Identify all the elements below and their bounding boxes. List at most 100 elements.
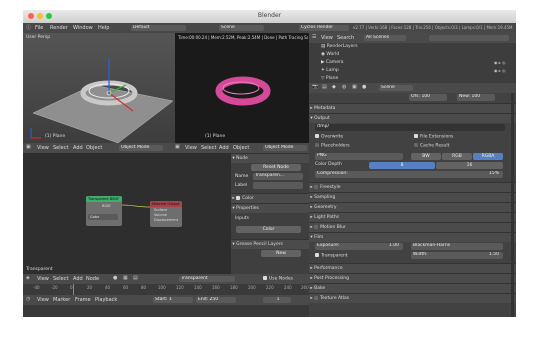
frame-end-field[interactable]: End: 250 <box>196 297 236 303</box>
texture-nodes-icon[interactable]: ▤ <box>133 275 138 281</box>
menu-window[interactable]: Window <box>73 25 93 31</box>
texture-atlas-checkbox[interactable] <box>314 295 319 300</box>
placeholders-check[interactable] <box>315 143 319 147</box>
view3d-right-mode-select[interactable]: Object Mode <box>263 145 307 151</box>
light-paths-section-header[interactable]: ▸ Light Paths <box>309 212 516 222</box>
view3d-menu-select[interactable]: Select <box>53 145 68 151</box>
scene-select[interactable]: Scene <box>219 25 264 31</box>
view3d-right-menu-select[interactable]: Select <box>201 145 216 151</box>
grease-pencil-header[interactable]: ▾ Grease Pencil Layers <box>231 239 309 249</box>
view3d-right-menu-object[interactable]: Object <box>233 145 249 151</box>
timeline-menu-marker[interactable]: Marker <box>53 297 70 303</box>
menu-file[interactable]: File <box>35 25 43 31</box>
editor-type-icon[interactable]: ▣ <box>26 144 31 150</box>
outliner-search-input[interactable] <box>429 35 509 41</box>
post-processing-section-header[interactable]: ▸ Post Processing <box>309 273 516 283</box>
outliner-menu-search[interactable]: Search <box>337 35 354 41</box>
timeline-ruler[interactable]: -40 -20 0 20 40 60 80 100 120 140 160 18… <box>23 284 309 295</box>
compositing-nodes-icon[interactable]: ▦ <box>123 275 128 281</box>
menu-help[interactable]: Help <box>98 25 109 31</box>
node-menu-add[interactable]: Add <box>73 276 83 282</box>
color-depth-8[interactable]: 8 <box>369 162 435 169</box>
overwrite-check[interactable] <box>315 134 319 138</box>
sampling-section-header[interactable]: ▸ Sampling <box>309 192 516 202</box>
outliner-menu-view[interactable]: View <box>321 35 333 41</box>
current-frame-field[interactable]: 1 <box>263 297 291 303</box>
properties-context-scene[interactable]: Scene <box>379 85 413 91</box>
outliner-item-plane[interactable]: ▽ Plane <box>321 76 338 81</box>
output-socket-volume[interactable]: Volume <box>154 213 167 217</box>
output-socket-surface[interactable]: Surface <box>154 208 167 212</box>
overwrite-checkbox[interactable]: Overwrite <box>315 134 343 140</box>
view3d-menu-view[interactable]: View <box>37 145 49 151</box>
material-select[interactable]: Transparent <box>179 276 235 282</box>
timeline-menu-frame[interactable]: Frame <box>75 297 91 303</box>
grease-pencil-new-button[interactable]: New <box>261 250 301 257</box>
frame-start-field[interactable]: Start: 1 <box>153 297 193 303</box>
properties-section-header[interactable]: ▾ Properties <box>231 203 309 213</box>
freestyle-section-header[interactable]: ▸ Freestyle <box>309 182 516 192</box>
node-editor-type-icon[interactable]: ◈ <box>26 275 30 281</box>
visibility-eye-icon[interactable]: ◉ ▸ ◎ <box>494 60 506 65</box>
inputs-color-button[interactable]: Color <box>236 226 301 233</box>
visibility-eye-icon[interactable]: ◉ ▸ ◎ <box>494 68 506 73</box>
view3d-right-menu-add[interactable]: Add <box>219 145 229 151</box>
object-tab-icon[interactable]: ▣ <box>352 84 357 90</box>
texture-atlas-section-header[interactable]: ▸ Texture Atlas <box>309 293 516 303</box>
viewport-right[interactable]: Time:00:00.24 | Mem:2.52M, Peak:2.54M | … <box>175 33 309 143</box>
film-section-header[interactable]: ▾ Film <box>309 232 516 242</box>
output-section-header[interactable]: ▾ Output <box>309 113 516 123</box>
material-tab-icon[interactable]: ● <box>362 84 366 90</box>
render-tab-icon[interactable]: 📷 <box>312 84 318 90</box>
timeline-playhead[interactable] <box>73 284 74 295</box>
color-section-checkbox[interactable] <box>236 195 241 200</box>
outliner-editor-icon[interactable]: ☰ <box>312 34 316 40</box>
node-menu-view[interactable]: View <box>37 276 49 282</box>
file-format-select[interactable]: PNG <box>315 153 403 160</box>
outliner-display-mode[interactable]: All Scenes <box>364 35 406 41</box>
view3d-menu-add[interactable]: Add <box>73 145 83 151</box>
outliner-item-camera[interactable]: ▶ Camera <box>321 60 344 65</box>
cache-result-checkbox[interactable]: Cache Result <box>414 143 449 149</box>
performance-section-header[interactable]: ▸ Performance <box>309 263 516 273</box>
world-tab-icon[interactable]: ◍ <box>342 84 346 90</box>
viewport-left[interactable]: User Persp (1) Plane <box>23 33 175 143</box>
frame-rate-base-field[interactable]: Ofs: 100 <box>409 94 447 101</box>
metadata-section-header[interactable]: ▸ Metadata <box>309 103 516 113</box>
render-engine-select[interactable]: Cycles Render <box>299 25 349 31</box>
cache-result-check[interactable] <box>414 143 418 147</box>
node-menu-node[interactable]: Node <box>86 276 99 282</box>
node-editor-canvas[interactable]: Transparent BSDF BSDF Color Material Out… <box>23 153 231 274</box>
use-nodes-checkbox[interactable] <box>263 276 267 280</box>
compression-slider[interactable]: Compression: 15% <box>315 171 503 178</box>
color-section-header[interactable]: ▸ Color <box>231 193 309 203</box>
color-mode-rgb[interactable]: RGB <box>442 153 472 160</box>
scene-tab-icon[interactable]: ◆ <box>332 84 336 90</box>
shader-nodes-icon[interactable]: ● <box>113 275 117 281</box>
editor-type-icon-right[interactable]: ▣ <box>175 144 180 150</box>
view3d-mode-select[interactable]: Object Mode <box>119 145 163 151</box>
info-editor-icon[interactable]: ⓘ <box>26 24 31 31</box>
frame-map-new-field[interactable]: New: 100 <box>457 94 495 101</box>
material-output-node[interactable]: Material Output Surface Volume Displacem… <box>150 201 182 227</box>
use-nodes-toggle[interactable]: Use Nodes <box>263 276 293 282</box>
outliner-item-lamp[interactable]: ✦ Lamp <box>321 68 339 73</box>
view3d-right-menu-view[interactable]: View <box>185 145 197 151</box>
file-extensions-checkbox[interactable]: File Extensions <box>414 134 453 140</box>
properties-scrollbar[interactable] <box>511 93 514 317</box>
color-mode-rgba[interactable]: RGBA <box>473 153 503 160</box>
node-label-field[interactable] <box>253 182 303 189</box>
output-socket-displacement[interactable]: Displacement <box>154 218 178 222</box>
menu-render[interactable]: Render <box>50 25 68 31</box>
motion-blur-checkbox[interactable] <box>314 224 319 229</box>
transparent-check[interactable] <box>315 253 319 257</box>
color-depth-16[interactable]: 16 <box>436 162 503 169</box>
color-mode-bw[interactable]: BW <box>411 153 441 160</box>
node-menu-select[interactable]: Select <box>53 276 68 282</box>
node-section-header[interactable]: ▾ Node <box>231 153 309 163</box>
timeline-menu-view[interactable]: View <box>37 297 49 303</box>
exposure-field[interactable]: Exposure: 1.00 <box>315 243 403 250</box>
pixel-filter-select[interactable]: Blackman-Harris <box>411 243 503 250</box>
geometry-section-header[interactable]: ▸ Geometry <box>309 202 516 212</box>
timeline-editor-icon[interactable]: ◷ <box>26 296 30 302</box>
